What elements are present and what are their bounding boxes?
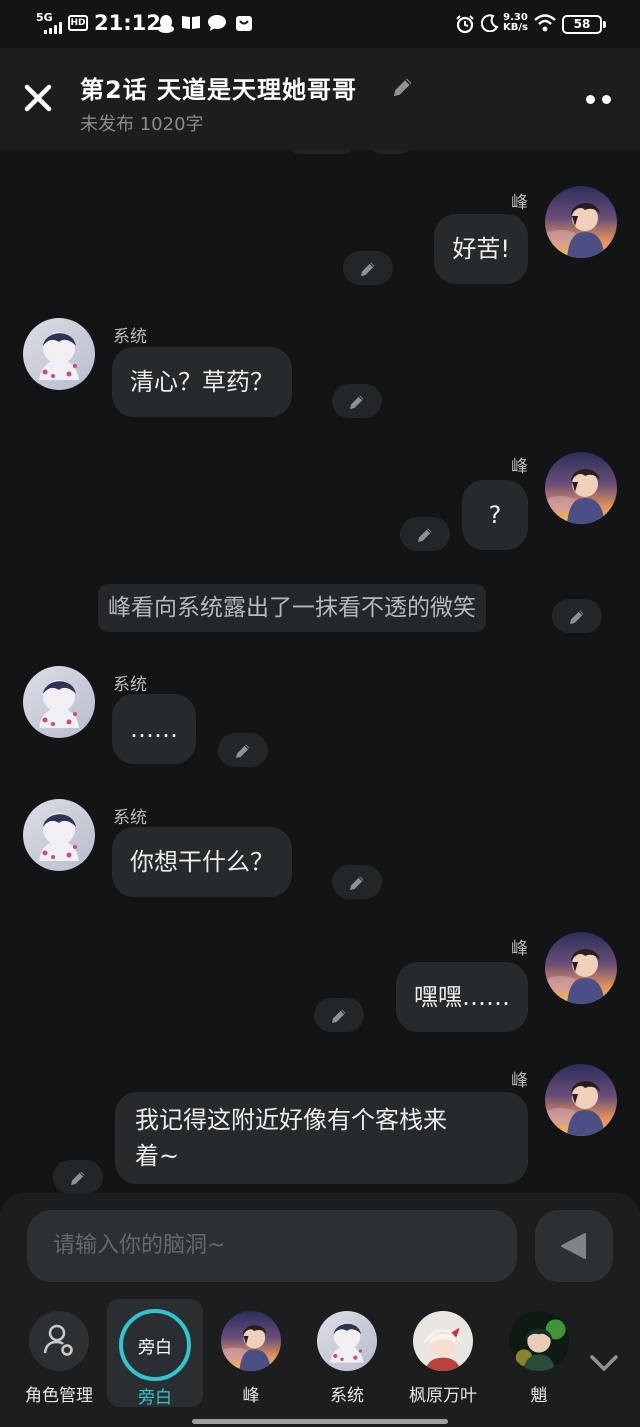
narration-message: 峰看向系统露出了一抹看不透的微笑 bbox=[0, 584, 640, 638]
edit-message-button[interactable] bbox=[332, 384, 382, 418]
chat-bubble-icon bbox=[207, 14, 227, 34]
avatar-feng[interactable] bbox=[545, 452, 617, 524]
character-label: 魈 bbox=[530, 1386, 548, 1406]
close-button[interactable] bbox=[18, 76, 58, 120]
avatar-feng bbox=[221, 1311, 281, 1371]
speaker-name: 系统 bbox=[113, 675, 147, 695]
message-bubble[interactable]: 你想干什么？ bbox=[112, 827, 292, 897]
more-options-button[interactable] bbox=[580, 78, 620, 118]
speaker-name: 峰 bbox=[511, 939, 528, 959]
chat-message-right: 峰 我记得这附近好像有个客栈来 着~ bbox=[0, 1066, 640, 1193]
publish-status: 未发布 1020字 bbox=[80, 114, 204, 135]
message-bubble[interactable]: 嘿嘿…… bbox=[396, 962, 528, 1032]
avatar-xitong[interactable] bbox=[23, 799, 95, 871]
moon-icon bbox=[480, 14, 500, 34]
character-label: 枫原万叶 bbox=[409, 1386, 477, 1406]
message-input[interactable]: 请输入你的脑洞~ bbox=[27, 1210, 517, 1282]
pencil-icon bbox=[233, 741, 253, 761]
penguin-icon bbox=[156, 14, 176, 34]
chat-message-left: 系统 …… bbox=[0, 666, 640, 776]
clock: 21:12 bbox=[94, 11, 161, 35]
character-label: 系统 bbox=[330, 1386, 364, 1406]
character-bar: 角色管理 旁白 旁白 峰 系统 枫原万叶 魈 bbox=[0, 1299, 640, 1427]
character-kazuha[interactable]: 枫原万叶 bbox=[395, 1303, 491, 1407]
hd-icon: HD bbox=[68, 15, 88, 31]
shopping-bag-icon bbox=[234, 14, 254, 34]
message-bubble[interactable]: …… bbox=[112, 694, 196, 764]
pencil-icon bbox=[358, 259, 378, 279]
avatar-xitong bbox=[317, 1311, 377, 1371]
chevron-down-icon[interactable] bbox=[586, 1347, 622, 1377]
speaker-name: 峰 bbox=[511, 1071, 528, 1091]
pencil-icon bbox=[415, 525, 435, 545]
pencil-icon bbox=[68, 1168, 88, 1188]
pencil-icon bbox=[347, 392, 367, 412]
character-feng[interactable]: 峰 bbox=[203, 1303, 299, 1407]
close-icon bbox=[24, 84, 52, 112]
narration-bubble[interactable]: 峰看向系统露出了一抹看不透的微笑 bbox=[98, 584, 486, 632]
chat-message-right: 峰 好苦! bbox=[0, 184, 640, 294]
edit-message-button[interactable] bbox=[53, 1160, 103, 1193]
chat-message-right: 峰 ? bbox=[0, 452, 640, 562]
message-bubble[interactable]: 我记得这附近好像有个客栈来 着~ bbox=[115, 1092, 528, 1184]
dot-icon bbox=[602, 95, 611, 104]
battery-indicator: 58 bbox=[562, 15, 606, 34]
chat-message-left: 系统 你想干什么？ bbox=[0, 799, 640, 909]
speaker-name: 峰 bbox=[511, 193, 528, 213]
message-bubble[interactable]: ? bbox=[462, 480, 528, 550]
chat-message-right: 峰 嘿嘿…… bbox=[0, 934, 640, 1044]
signal-icon bbox=[44, 22, 64, 34]
avatar-xitong[interactable] bbox=[23, 318, 95, 390]
network-speed: 9.30 KB/s bbox=[503, 12, 528, 33]
edit-message-button[interactable] bbox=[332, 865, 382, 899]
previous-bubble-edge bbox=[286, 150, 356, 154]
character-manage-button[interactable]: 角色管理 bbox=[11, 1303, 107, 1407]
pencil-icon bbox=[329, 1006, 349, 1026]
header: 第2话 天道是天理她哥哥 未发布 1020字 bbox=[0, 48, 640, 150]
book-icon bbox=[181, 14, 201, 34]
avatar-xiao bbox=[509, 1311, 569, 1371]
edit-message-button[interactable] bbox=[343, 251, 393, 285]
character-xiao[interactable]: 魈 bbox=[491, 1303, 587, 1407]
chat-message-left: 系统 清心？草药？ bbox=[0, 318, 640, 428]
person-gear-icon bbox=[29, 1311, 89, 1371]
home-indicator[interactable] bbox=[192, 1419, 448, 1424]
chat-area[interactable]: 峰 好苦! 系统 清心？草药？ 峰 ? 峰看向系统露出了一抹看不透的微笑 系统 … bbox=[0, 150, 640, 1193]
narrator-badge: 旁白 bbox=[119, 1309, 191, 1381]
character-label: 旁白 bbox=[138, 1388, 172, 1408]
edit-message-button[interactable] bbox=[552, 599, 602, 633]
edit-message-button[interactable] bbox=[218, 733, 268, 767]
character-label: 峰 bbox=[242, 1386, 260, 1406]
status-bar: 5G HD 21:12 9.30 KB/s 58 bbox=[0, 0, 640, 48]
pencil-icon bbox=[567, 607, 587, 627]
page-title[interactable]: 第2话 天道是天理她哥哥 bbox=[80, 70, 357, 105]
edit-message-button[interactable] bbox=[400, 517, 450, 551]
speaker-name: 峰 bbox=[511, 457, 528, 477]
speaker-name: 系统 bbox=[113, 327, 147, 347]
message-bubble[interactable]: 清心？草药？ bbox=[112, 347, 292, 417]
composer: 请输入你的脑洞~ bbox=[0, 1193, 640, 1303]
edit-title-icon[interactable] bbox=[390, 74, 416, 100]
wifi-icon bbox=[534, 14, 556, 34]
avatar-feng[interactable] bbox=[545, 932, 617, 1004]
previous-bubble-edge bbox=[368, 150, 414, 154]
avatar-feng[interactable] bbox=[545, 186, 617, 258]
avatar-xitong[interactable] bbox=[23, 666, 95, 738]
avatar-feng[interactable] bbox=[545, 1064, 617, 1136]
avatar-kazuha bbox=[413, 1311, 473, 1371]
send-icon bbox=[561, 1233, 586, 1259]
edit-message-button[interactable] bbox=[314, 998, 364, 1032]
pencil-icon bbox=[347, 873, 367, 893]
speaker-name: 系统 bbox=[113, 808, 147, 828]
character-label: 角色管理 bbox=[25, 1386, 93, 1406]
alarm-icon bbox=[455, 14, 475, 34]
character-xitong[interactable]: 系统 bbox=[299, 1303, 395, 1407]
dot-icon bbox=[586, 95, 595, 104]
send-button[interactable] bbox=[535, 1210, 613, 1282]
message-bubble[interactable]: 好苦! bbox=[434, 214, 528, 284]
character-narrator[interactable]: 旁白 旁白 bbox=[107, 1299, 203, 1408]
